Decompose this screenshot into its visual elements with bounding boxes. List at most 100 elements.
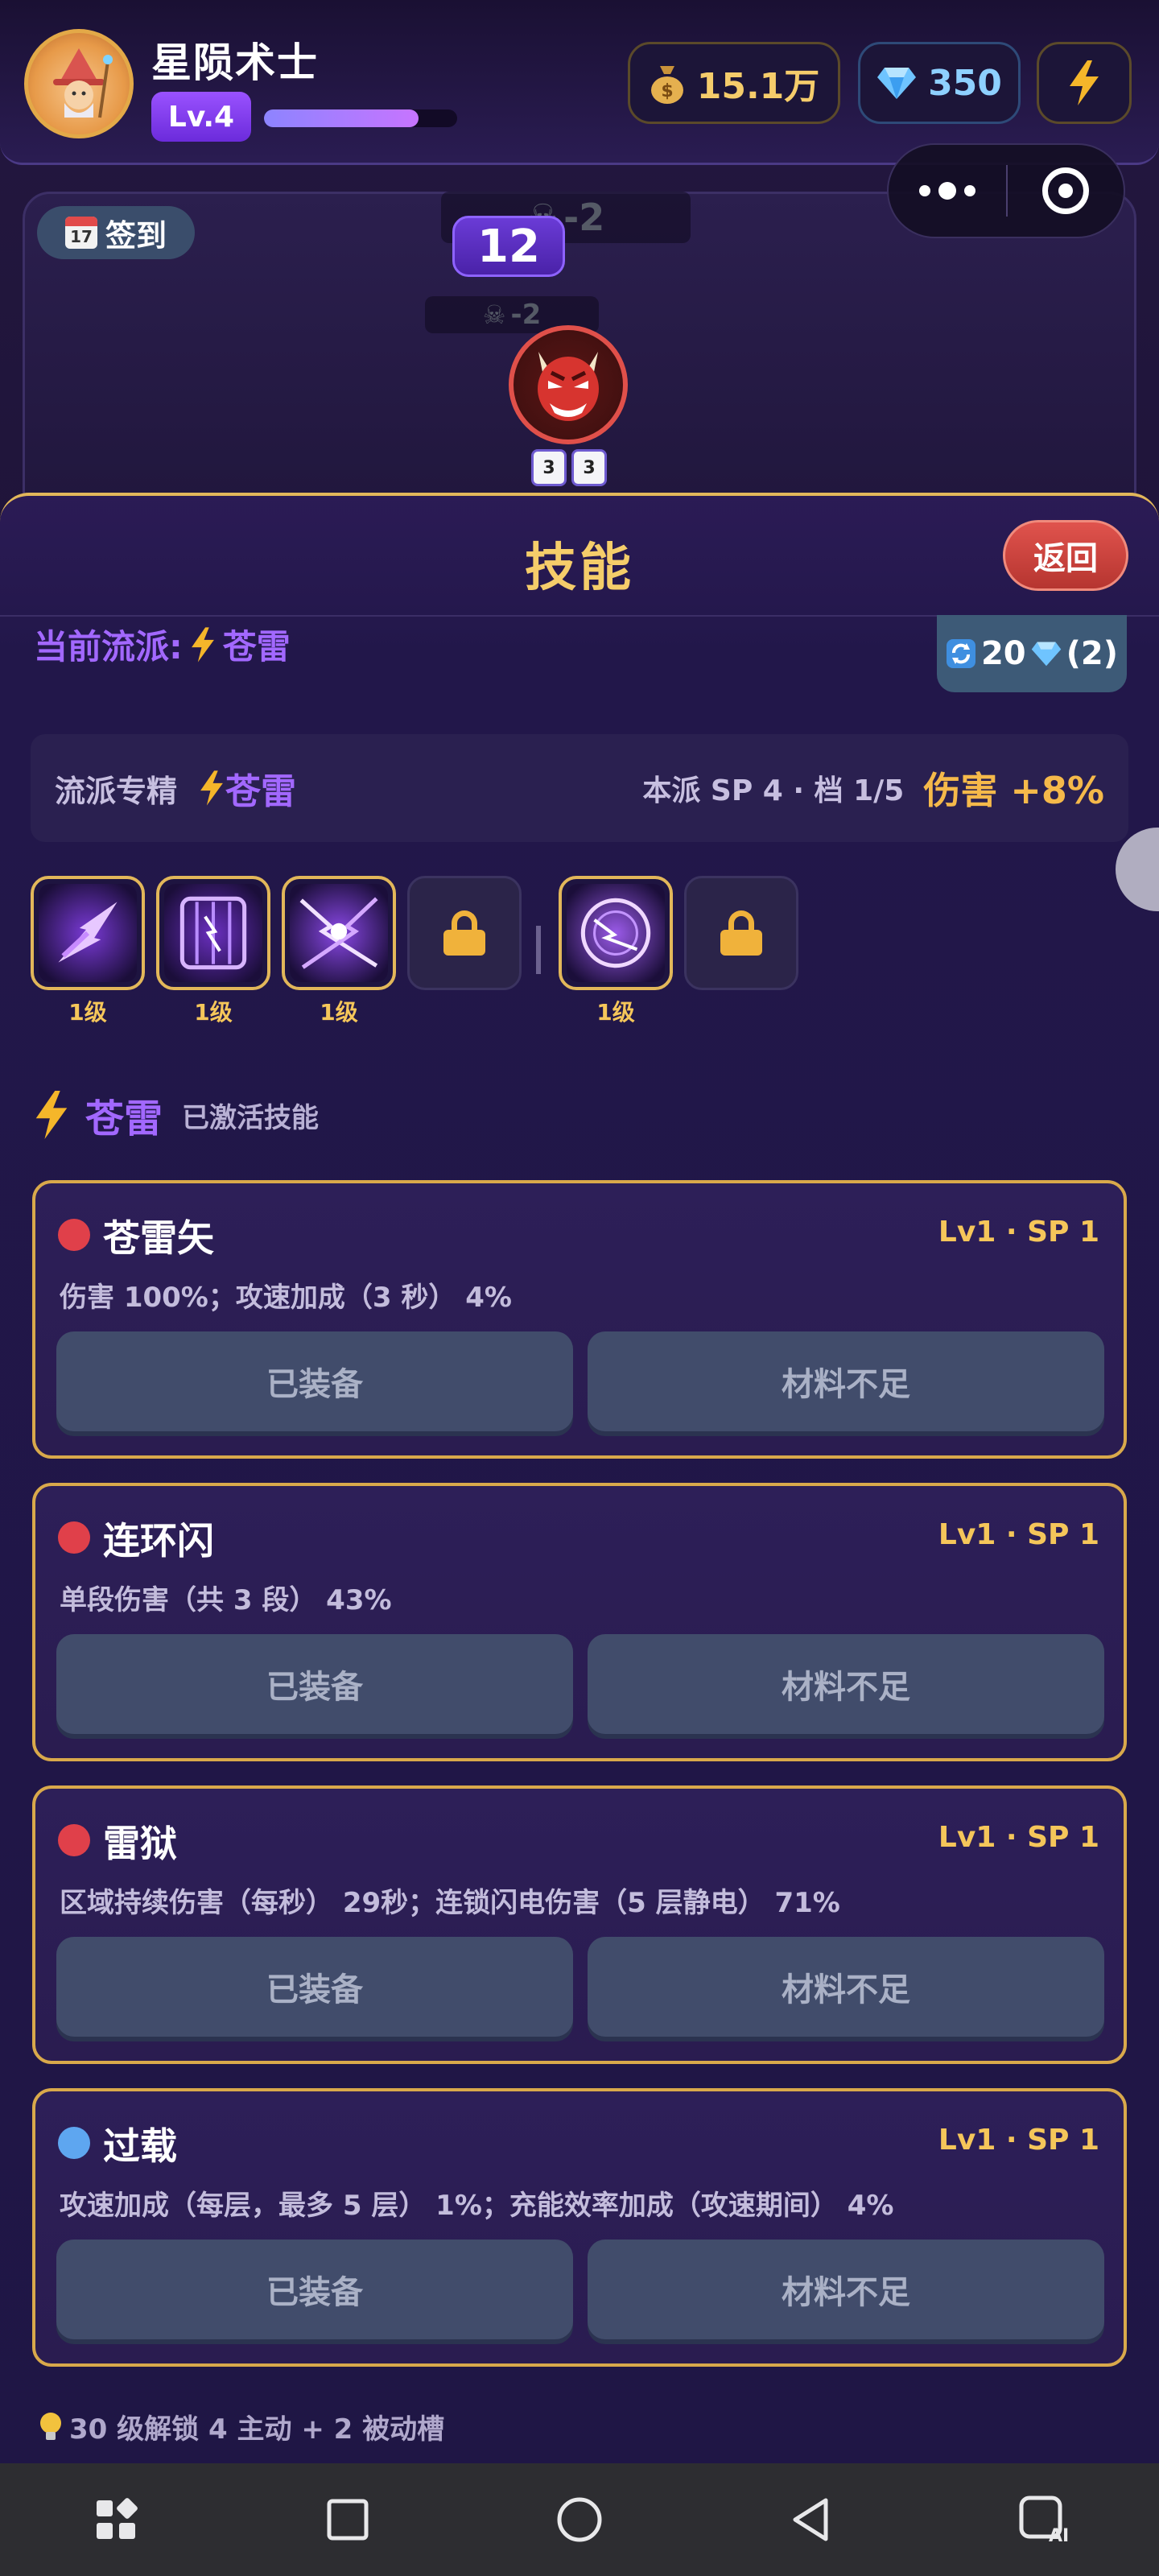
skill-level-sp: Lv1 · SP 1	[938, 1518, 1099, 1551]
diamond-icon	[877, 68, 917, 99]
lock-icon	[720, 910, 762, 956]
slot-level: 1级	[68, 999, 107, 1026]
current-school-name: 苍雷	[222, 627, 291, 667]
level-badge: Lv.4	[151, 92, 251, 142]
skill-name: 过载	[103, 2124, 177, 2168]
upgrade-button[interactable]: 材料不足	[588, 1937, 1104, 2037]
system-nav-bar: AI	[0, 2463, 1159, 2576]
bolt-arrow-icon	[39, 884, 137, 982]
apps-grid-button[interactable]	[76, 2479, 156, 2560]
wave-counter: 12	[452, 216, 565, 277]
skill-level-sp: Lv1 · SP 1	[938, 1216, 1099, 1249]
diamond-icon	[1031, 642, 1061, 667]
skill-card: 连环闪 Lv1 · SP 1 单段伤害（共 3 段） 43% 已装备 材料不足	[32, 1483, 1127, 1761]
upgrade-button[interactable]: 材料不足	[588, 1634, 1104, 1734]
miniprogram-capsule	[887, 143, 1125, 238]
more-icon-dot	[964, 185, 975, 196]
app-root: 星陨术士 Lv.4 $ 15.1万 350 17 签到 -2 12 ☠ -2 3…	[0, 0, 1159, 2576]
current-school: 当前流派: 苍雷	[34, 620, 291, 669]
current-school-prefix: 当前流派:	[34, 627, 183, 667]
svg-text:AI: AI	[1049, 2526, 1068, 2545]
checkin-button[interactable]: 17 签到	[37, 206, 195, 259]
upgrade-button[interactable]: 材料不足	[588, 2240, 1104, 2339]
coins-counter[interactable]: $ 15.1万	[628, 42, 840, 124]
skill-slot-1[interactable]	[31, 876, 145, 990]
skill-description: 单段伤害（共 3 段） 43%	[60, 1584, 392, 1616]
slot-divider	[536, 926, 541, 974]
skill-name: 雷狱	[103, 1822, 177, 1865]
skill-slots: 1级 1级 1级 1级	[31, 876, 835, 1029]
recents-button[interactable]	[307, 2479, 388, 2560]
reset-skills-button[interactable]: 20 (2)	[937, 615, 1127, 692]
refresh-icon	[946, 639, 975, 668]
square-icon	[327, 2499, 369, 2541]
skill-slot-3[interactable]	[282, 876, 396, 990]
back-nav-button[interactable]	[771, 2479, 852, 2560]
slot-level: 1级	[194, 999, 233, 1026]
boss-enemy[interactable]	[509, 325, 628, 444]
mastery-school: 苍雷	[198, 762, 296, 814]
demon-mask-icon	[538, 352, 599, 421]
skull-icon: ☠	[482, 299, 506, 330]
skill-type-dot	[58, 1824, 90, 1856]
more-menu-button[interactable]	[889, 145, 1006, 237]
skill-level-sp: Lv1 · SP 1	[938, 1821, 1099, 1854]
player-name: 星陨术士	[151, 39, 319, 86]
checkin-label: 签到	[105, 217, 167, 254]
calendar-icon: 17	[64, 217, 97, 249]
skill-name: 连环闪	[103, 1519, 214, 1563]
school-mastery-bar: 流派专精 苍雷 本派 SP 4 · 档 1/5 伤害 +8%	[31, 734, 1128, 842]
energy-button[interactable]	[1037, 42, 1132, 124]
skill-description: 伤害 100%；攻速加成（3 秒） 4%	[60, 1282, 512, 1314]
skill-slot-2[interactable]	[156, 876, 270, 990]
thunder-orb-icon	[567, 884, 665, 982]
slot-level: 1级	[320, 999, 358, 1026]
passive-skill-slot-1[interactable]	[559, 876, 673, 990]
skill-type-dot	[58, 1219, 90, 1251]
lightning-icon	[35, 1091, 68, 1139]
wizard-icon	[53, 48, 113, 118]
boss-debuff-icon: 3	[531, 449, 567, 486]
more-icon-dot	[938, 182, 956, 200]
lightning-icon	[200, 770, 223, 806]
more-icon	[919, 185, 930, 196]
mastery-bonus: 伤害 +8%	[923, 769, 1104, 812]
target-icon	[1041, 167, 1089, 214]
ai-assistant-button[interactable]: AI	[1003, 2479, 1083, 2560]
lightning-icon	[191, 626, 214, 663]
triangle-back-icon	[793, 2498, 828, 2541]
skill-card: 雷狱 Lv1 · SP 1 区域持续伤害（每秒） 29秒；连锁闪电伤害（5 层静…	[32, 1785, 1127, 2064]
gems-counter[interactable]: 350	[858, 42, 1021, 124]
unlock-hint-text: 30 级解锁 4 主动 + 2 被动槽	[69, 2413, 445, 2446]
skill-description: 区域持续伤害（每秒） 29秒；连锁闪电伤害（5 层静电） 71%	[60, 1887, 840, 1919]
player-avatar[interactable]	[24, 29, 134, 138]
top-bar: 星陨术士 Lv.4 $ 15.1万 350	[0, 0, 1159, 165]
chain-lightning-icon	[290, 884, 388, 982]
lightning-icon	[1070, 60, 1099, 105]
reset-count: (2)	[1066, 635, 1119, 672]
active-skills-subtitle: 已激活技能	[182, 1101, 320, 1134]
skill-card: 苍雷矢 Lv1 · SP 1 伤害 100%；攻速加成（3 秒） 4% 已装备 …	[32, 1180, 1127, 1459]
slot-level: 1级	[596, 999, 635, 1026]
skill-type-dot	[58, 2127, 90, 2159]
active-school-name: 苍雷	[85, 1096, 163, 1141]
upgrade-button[interactable]: 材料不足	[588, 1331, 1104, 1431]
equipped-button[interactable]: 已装备	[56, 1634, 573, 1734]
active-skills-heading: 苍雷 已激活技能	[32, 1087, 319, 1143]
close-miniprogram-button[interactable]	[1008, 145, 1124, 237]
mastery-info: 本派 SP 4 · 档 1/5	[642, 774, 905, 807]
equipped-button[interactable]: 已装备	[56, 1331, 573, 1431]
equipped-button[interactable]: 已装备	[56, 2240, 573, 2339]
lock-icon	[443, 910, 485, 956]
ai-icon: AI	[1019, 2496, 1068, 2545]
equipped-button[interactable]: 已装备	[56, 1937, 573, 2037]
money-bag-icon: $	[650, 66, 683, 104]
skill-level-sp: Lv1 · SP 1	[938, 2124, 1099, 2157]
unlock-hint: 30 级解锁 4 主动 + 2 被动槽	[40, 2407, 444, 2446]
skill-type-dot	[58, 1521, 90, 1554]
gems-value: 350	[928, 62, 1002, 104]
back-button[interactable]: 返回	[1003, 520, 1128, 591]
home-button[interactable]	[539, 2479, 620, 2560]
grid-icon	[97, 2498, 138, 2539]
locked-passive-slot	[684, 876, 798, 990]
